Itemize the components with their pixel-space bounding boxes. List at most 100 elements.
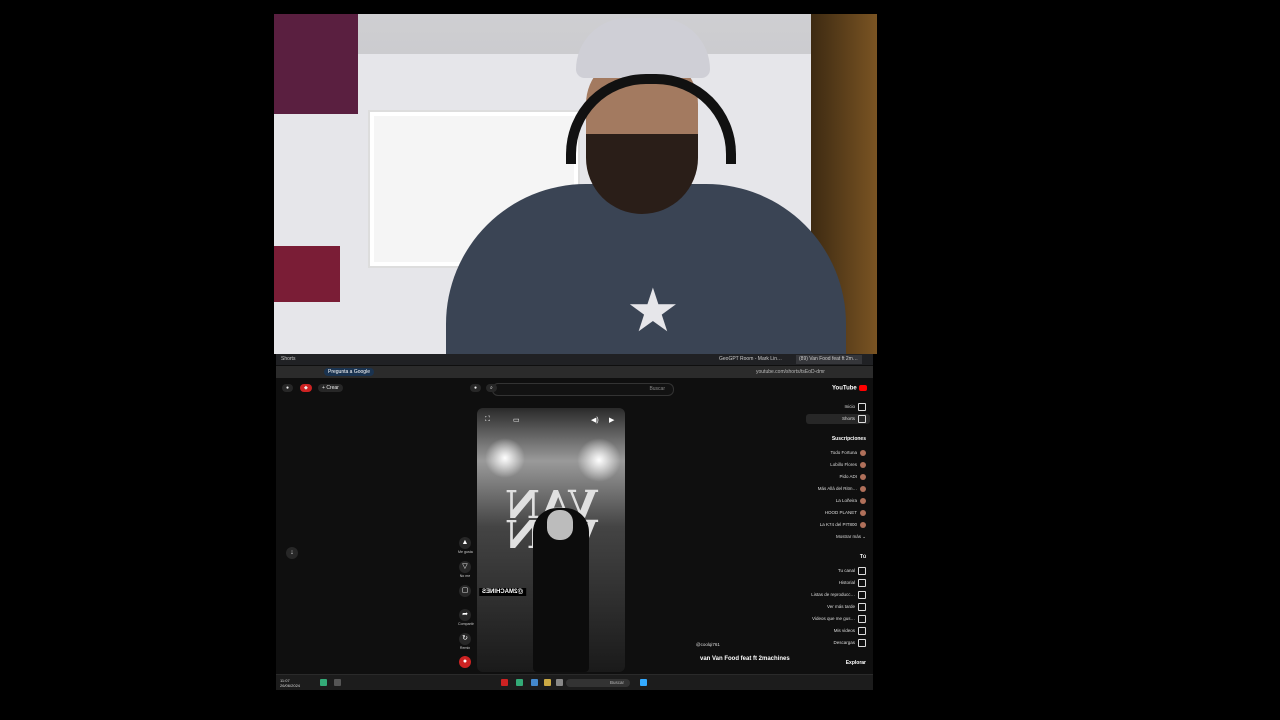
sidebar-item-label: Descargas	[833, 640, 855, 645]
remix-button[interactable]: ↻ Remix	[458, 633, 472, 650]
sidebar-item-you[interactable]: Ver más tarde	[827, 602, 866, 612]
sidebar-item-label: Más Allá del Ritm…	[817, 486, 857, 491]
channel-avatar	[860, 521, 866, 528]
tray-icon[interactable]	[320, 679, 327, 686]
windows-start-icon[interactable]	[640, 679, 647, 686]
sidebar-item-you[interactable]: Listas de reproducc…	[811, 590, 866, 600]
youtube-logo[interactable]: YouTube	[832, 385, 867, 392]
tv-screen	[274, 246, 340, 302]
sidebar-item-label: Tu canal	[837, 568, 855, 573]
action-label: Me gusta	[458, 550, 473, 554]
play-icon[interactable]: ▶	[609, 416, 614, 426]
channel-avatar	[860, 473, 866, 480]
ask-google-button[interactable]: Pregunta a Google	[324, 368, 374, 376]
create-label: Crear	[326, 385, 339, 391]
avatar[interactable]: ●	[282, 384, 294, 392]
url-text[interactable]: youtube.com/shorts/tsEoD-dmr	[756, 368, 854, 376]
app-icon[interactable]	[516, 679, 523, 686]
volume-icon[interactable]: ◀)	[591, 416, 599, 426]
shirt-logo: ★	[626, 277, 680, 344]
cap	[576, 18, 710, 78]
next-video-button[interactable]: ↓	[286, 547, 298, 559]
search-icon[interactable]: ⌕	[486, 384, 497, 392]
stage-light	[485, 438, 525, 478]
sidebar-item-sub[interactable]: Lobillo Flores	[830, 460, 866, 470]
notifications-icon[interactable]: ◆	[300, 384, 312, 392]
clock-icon	[858, 602, 866, 611]
like-button[interactable]: ▲ Me gusta	[458, 537, 473, 554]
fullscreen-icon[interactable]: ⛶	[485, 416, 490, 426]
sidebar-item-sub[interactable]: La K74 del PIT800	[820, 520, 866, 530]
youtube-logo-text: YouTube	[832, 385, 857, 392]
sidebar-item-sub[interactable]: Todo Fortuna	[830, 448, 866, 458]
sidebar-item-you[interactable]: Mis videos	[834, 626, 866, 636]
video-title[interactable]: van Van Food feat ft 2machines	[700, 656, 790, 662]
history-icon	[858, 578, 866, 587]
sidebar-item-you[interactable]: Tu canal	[838, 566, 866, 576]
sidebar-item-label: La Loñeira	[835, 498, 857, 503]
sidebar-item-label: La K74 del PIT800	[819, 522, 857, 527]
channel-avatar: ●	[459, 656, 471, 668]
sidebar-item-sub[interactable]: La Loñeira	[836, 496, 866, 506]
shorts-icon	[858, 414, 866, 423]
video-icon	[858, 626, 866, 635]
channel-avatar	[860, 509, 866, 516]
sidebar-item-home[interactable]: Inicio	[844, 402, 866, 412]
sidebar-item-label: Listas de reproducc…	[811, 592, 855, 597]
share-icon: ➦	[459, 609, 471, 621]
sidebar-item-sub[interactable]: Pido ADI	[839, 472, 866, 482]
sidebar-item-label: Shorts	[841, 416, 855, 421]
app-icon[interactable]	[556, 679, 563, 686]
sidebar-item-you[interactable]: Videos que me gus…	[812, 614, 866, 624]
search-placeholder: Buscar	[649, 386, 665, 392]
dislike-icon: ▽	[459, 561, 471, 573]
channel-icon	[858, 566, 866, 575]
folder-icon[interactable]	[544, 679, 551, 686]
playlist-icon	[858, 590, 866, 599]
captions-icon[interactable]: ▭	[513, 416, 520, 426]
create-button[interactable]: + Crear	[318, 384, 343, 392]
screen-capture: (89) Van Food feat ft 2m… GeoGPT Room - …	[276, 354, 873, 690]
browser-tab[interactable]: GeoGPT Room - Mark Lin…	[716, 355, 794, 364]
stage-light	[577, 438, 621, 482]
like-icon: ▲	[459, 537, 471, 549]
sidebar-item-label: HOOD PLANET	[824, 510, 857, 515]
subscriptions-heading[interactable]: Suscripciones	[832, 436, 866, 442]
channel-name[interactable]: @coolqi761	[696, 642, 720, 647]
mic-icon[interactable]: ●	[470, 384, 482, 392]
share-button[interactable]: ➦ Compartir	[458, 609, 474, 626]
chrome-icon[interactable]	[501, 679, 508, 686]
comment-button[interactable]: ▢	[458, 585, 472, 598]
tray-icon[interactable]	[334, 679, 341, 686]
sidebar-item-you[interactable]: Descargas	[833, 638, 866, 648]
browser-tab[interactable]: (89) Van Food feat ft 2m…	[796, 355, 862, 364]
home-icon	[858, 402, 866, 411]
overlay-tag: @2MACHINES	[479, 588, 527, 596]
sidebar-item-label: Lobillo Flores	[830, 462, 857, 467]
channel-thumb[interactable]: ●	[458, 656, 472, 668]
chevron-down-icon: ⌄	[860, 534, 866, 539]
you-heading[interactable]: Tú	[860, 554, 866, 560]
sidebar-item-label: Ver más tarde	[826, 604, 855, 609]
channel-avatar	[860, 485, 866, 492]
artist-face	[547, 510, 573, 540]
taskbar-search[interactable]: Buscar	[566, 679, 630, 687]
browser-tab[interactable]: Shorts	[278, 355, 314, 364]
sidebar-item-label: Videos que me gus…	[812, 616, 855, 621]
sidebar-item-label: Mis videos	[833, 628, 855, 633]
sidebar-item-sub[interactable]: HOOD PLANET	[825, 508, 866, 518]
short-video-player[interactable]: VANVAN @2MACHINES ▶ ◀) ▭ ⛶	[477, 408, 625, 672]
channel-avatar	[860, 497, 866, 504]
sidebar-item-sub[interactable]: Más Allá del Ritm…	[818, 484, 866, 494]
sidebar-item-shorts[interactable]: Shorts	[842, 414, 866, 424]
like-icon	[858, 614, 866, 623]
poster	[274, 14, 358, 114]
taskbar-clock[interactable]: 11:07 26/06/2024	[280, 678, 300, 688]
sidebar-item-you[interactable]: Historial	[839, 578, 866, 588]
address-bar[interactable]: youtube.com/shorts/tsEoD-dmr Pregunta a …	[276, 366, 873, 378]
search-input[interactable]: Buscar	[492, 383, 674, 396]
explore-heading: Explorar	[845, 660, 866, 666]
app-icon[interactable]	[531, 679, 538, 686]
dislike-button[interactable]: ▽ No me	[458, 561, 472, 578]
show-more-button[interactable]: Mostrar más ⌄	[836, 532, 866, 542]
